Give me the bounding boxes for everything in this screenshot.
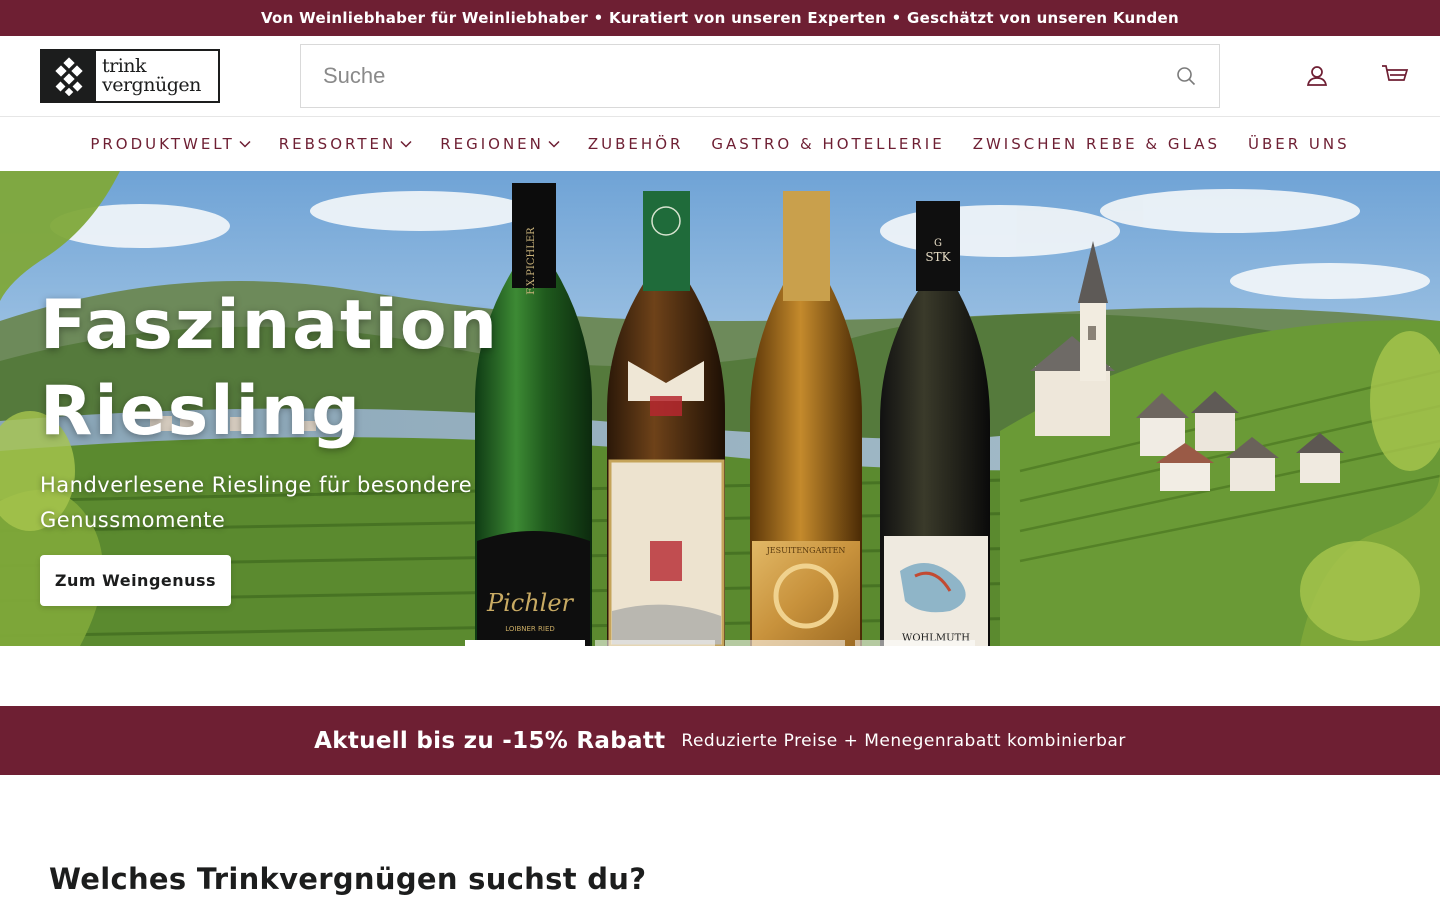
slider-dot[interactable]: [855, 640, 975, 646]
nav-item-gastro-hotellerie[interactable]: GASTRO & HOTELLERIE: [697, 135, 958, 153]
nav-item-rebsorten[interactable]: REBSORTEN: [265, 135, 426, 153]
bottle-4-neck-text-1: G: [934, 238, 942, 249]
logo-line-2: vergnügen: [102, 74, 201, 96]
promo-text: Reduzierte Preise + Menegenrabatt kombin…: [681, 730, 1126, 751]
cart-icon[interactable]: [1381, 62, 1409, 90]
chevron-down-icon: [400, 140, 412, 148]
hero-title-line-1: Faszination: [40, 286, 499, 365]
section-title: Welches Trinkvergnügen suchst du?: [49, 862, 647, 896]
hero-cta-button[interactable]: Zum Weingenuss: [40, 555, 231, 606]
site-header: trink vergnügen: [0, 36, 1440, 117]
nav-label: ZWISCHEN REBE & GLAS: [972, 135, 1220, 153]
user-icon[interactable]: [1303, 62, 1331, 90]
search-bar: [300, 44, 1220, 108]
chevron-down-icon: [548, 140, 560, 148]
nav-item-ueber-uns[interactable]: ÜBER UNS: [1234, 135, 1364, 153]
nav-label: GASTRO & HOTELLERIE: [711, 135, 945, 153]
slider-dot[interactable]: [595, 640, 715, 646]
nav-label: ZUBEHÖR: [587, 135, 684, 153]
announcement-text: Von Weinliebhaber für Weinliebhaber • Ku…: [260, 9, 1180, 27]
nav-item-produktwelt[interactable]: PRODUKTWELT: [76, 135, 264, 153]
bottle-3-label-text: JESUITENGARTEN: [766, 546, 846, 555]
chevron-down-icon: [239, 140, 251, 148]
promo-title: Aktuell bis zu -15% Rabatt: [314, 727, 666, 754]
logo[interactable]: trink vergnügen: [40, 49, 220, 103]
hero-subtitle: Handverlesene Rieslinge für besondere Ge…: [40, 473, 473, 532]
nav-item-zubehoer[interactable]: ZUBEHÖR: [574, 135, 698, 153]
slider-dot[interactable]: [465, 640, 585, 646]
main-nav: PRODUKTWELT REBSORTEN REGIONEN ZUBEHÖR G…: [0, 117, 1440, 171]
hero-title: Faszination Riesling: [40, 283, 560, 455]
search-icon[interactable]: [1175, 65, 1197, 87]
nav-label: ÜBER UNS: [1247, 135, 1350, 153]
nav-label: REBSORTEN: [278, 135, 397, 153]
nav-label: PRODUKTWELT: [90, 135, 235, 153]
bottle-1-label-text: Pichler: [486, 589, 575, 617]
promo-banner[interactable]: Aktuell bis zu -15% Rabatt Reduzierte Pr…: [0, 706, 1440, 775]
logo-wordmark: trink vergnügen: [96, 51, 218, 101]
grape-logo-icon: [42, 51, 96, 101]
announcement-bar: Von Weinliebhaber für Weinliebhaber • Ku…: [0, 0, 1440, 36]
slider-pagination: [465, 640, 975, 646]
nav-label: REGIONEN: [440, 135, 544, 153]
bottle-1-small-text: LOIBNER RIED: [505, 625, 555, 633]
slider-dot[interactable]: [725, 640, 845, 646]
bottle-4-neck-text-2: STK: [925, 250, 951, 264]
search-input[interactable]: [323, 63, 1175, 89]
hero-title-line-2: Riesling: [40, 372, 362, 451]
nav-item-zwischen-rebe-glas[interactable]: ZWISCHEN REBE & GLAS: [959, 135, 1234, 153]
nav-item-regionen[interactable]: REGIONEN: [426, 135, 574, 153]
hero-slider: F.X.PICHLER Pichler LOIBNER RIED JESUITE…: [0, 171, 1440, 646]
